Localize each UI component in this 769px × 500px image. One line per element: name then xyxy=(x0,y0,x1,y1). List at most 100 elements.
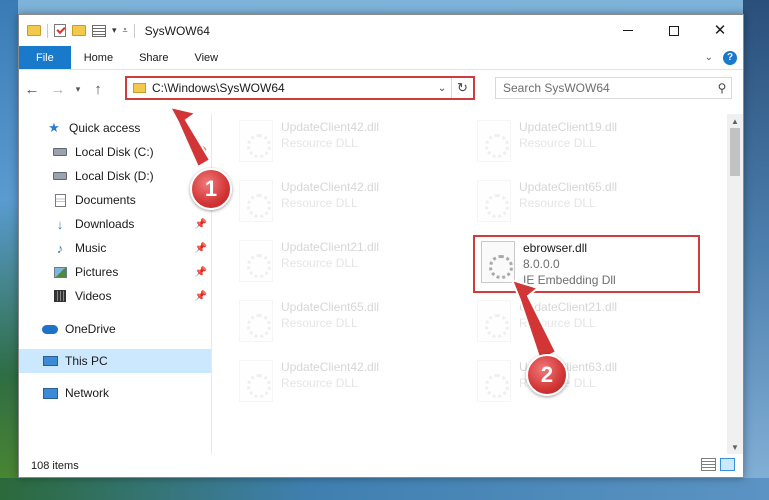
new-folder-icon[interactable] xyxy=(72,25,86,36)
star-icon: ★ xyxy=(48,120,60,135)
sidebar-item-local-disk-d[interactable]: Local Disk (D:) 📌 xyxy=(19,164,211,188)
search-input[interactable]: Search SysWOW64 ⚲ xyxy=(495,77,732,99)
tab-home[interactable]: Home xyxy=(71,46,126,69)
minimize-icon xyxy=(623,30,633,31)
properties-icon[interactable] xyxy=(92,24,106,37)
sidebar-item-label: Local Disk (D:) xyxy=(75,169,154,183)
sidebar-item-pictures[interactable]: Pictures 📌 xyxy=(19,260,211,284)
window-controls: ✕ xyxy=(605,15,743,46)
file-item[interactable]: UpdateClient19.dll Resource DLL xyxy=(473,116,693,172)
file-name: UpdateClient65.dll xyxy=(519,180,618,194)
file-item[interactable]: UpdateClient42.dll Resource DLL xyxy=(235,176,455,232)
close-button[interactable]: ✕ xyxy=(697,15,743,46)
details-view-icon[interactable] xyxy=(701,458,716,471)
sidebar-item-music[interactable]: ♪ Music 📌 xyxy=(19,236,211,260)
tab-file[interactable]: File xyxy=(19,46,71,69)
pin-icon[interactable]: 📌 xyxy=(195,147,207,158)
properties-check-icon[interactable] xyxy=(54,24,66,37)
chevron-down-icon[interactable]: ⌄ xyxy=(433,83,451,94)
pictures-icon xyxy=(51,265,69,279)
toolbar-separator xyxy=(47,23,48,38)
sidebar-item-label: Music xyxy=(75,241,107,255)
dll-file-icon xyxy=(239,300,273,342)
sidebar-item-label: Quick access xyxy=(69,121,141,135)
file-name: UpdateClient19.dll xyxy=(519,120,618,134)
tab-view[interactable]: View xyxy=(181,46,231,69)
search-icon[interactable]: ⚲ xyxy=(713,81,731,95)
help-icon[interactable]: ? xyxy=(723,50,737,65)
sidebar-item-network[interactable]: Network xyxy=(19,381,211,405)
navigation-bar: ← → ▾ ↑ C:\Windows\SysWOW64 ⌄ ↻ Search S… xyxy=(19,74,743,104)
sidebar-item-this-pc[interactable]: This PC xyxy=(19,349,211,373)
navigation-pane: ★ Quick access Local Disk (C:) 📌 Local D… xyxy=(19,114,212,454)
documents-icon xyxy=(51,193,69,207)
minimize-button[interactable] xyxy=(605,15,651,46)
title-bar: ▾ ⩡ SysWOW64 ✕ xyxy=(19,15,743,46)
scroll-up-icon[interactable]: ▲ xyxy=(727,114,743,128)
onedrive-icon xyxy=(41,322,59,336)
disk-icon xyxy=(51,145,69,159)
folder-icon[interactable] xyxy=(27,25,41,36)
ribbon-tabs: File Home Share View ⌄ ? xyxy=(19,46,743,70)
search-placeholder[interactable]: Search SysWOW64 xyxy=(503,81,713,95)
file-type: Resource DLL xyxy=(281,256,358,270)
pin-icon[interactable]: 📌 xyxy=(195,243,207,254)
file-item[interactable]: UpdateClient65.dll Resource DLL xyxy=(235,296,455,352)
tiles-view-icon[interactable] xyxy=(720,458,735,471)
expand-ribbon-icon[interactable]: ⌄ xyxy=(705,52,713,63)
status-bar: 108 items xyxy=(19,454,743,477)
folder-icon xyxy=(133,83,146,93)
sidebar-item-documents[interactable]: Documents 📌 xyxy=(19,188,211,212)
file-type: Resource DLL xyxy=(519,316,596,330)
sidebar-item-quick-access[interactable]: ★ Quick access xyxy=(19,116,211,140)
up-arrow-icon[interactable]: ↑ xyxy=(85,81,111,98)
maximize-button[interactable] xyxy=(651,15,697,46)
scroll-down-icon[interactable]: ▼ xyxy=(727,440,743,454)
sidebar-item-videos[interactable]: Videos 📌 xyxy=(19,284,211,308)
dll-file-icon xyxy=(239,180,273,222)
callout-badge-two: 2 xyxy=(526,354,568,396)
dll-file-icon xyxy=(477,360,511,402)
pin-icon[interactable]: 📌 xyxy=(195,267,207,278)
file-item[interactable]: UpdateClient42.dll Resource DLL xyxy=(235,356,455,412)
this-pc-icon xyxy=(41,354,59,368)
file-type: Resource DLL xyxy=(519,136,596,150)
toolbar-separator xyxy=(133,23,135,38)
sidebar-item-local-disk-c[interactable]: Local Disk (C:) 📌 xyxy=(19,140,211,164)
desktop-wallpaper-right xyxy=(743,0,769,500)
tab-share[interactable]: Share xyxy=(126,46,181,69)
sidebar-item-downloads[interactable]: ↓ Downloads 📌 xyxy=(19,212,211,236)
downloads-icon: ↓ xyxy=(56,216,64,232)
videos-icon xyxy=(51,289,69,303)
network-icon xyxy=(41,386,59,400)
dll-file-icon xyxy=(477,180,511,222)
back-arrow-icon[interactable]: ← xyxy=(19,81,45,98)
scroll-thumb[interactable] xyxy=(730,128,740,176)
file-type: Resource DLL xyxy=(281,316,358,330)
vertical-scrollbar[interactable]: ▲ ▼ xyxy=(727,114,743,454)
disk-icon xyxy=(51,169,69,183)
file-name: UpdateClient21.dll xyxy=(281,240,380,254)
file-name: UpdateClient42.dll xyxy=(281,180,380,194)
desktop-wallpaper-left xyxy=(0,0,18,500)
pin-icon[interactable]: 📌 xyxy=(195,219,207,230)
sidebar-item-onedrive[interactable]: OneDrive xyxy=(19,317,211,341)
forward-arrow-icon[interactable]: → xyxy=(45,81,71,98)
ribbon-right-controls: ⌄ ? xyxy=(705,46,743,69)
file-item[interactable]: UpdateClient21.dll Resource DLL xyxy=(235,236,455,292)
sidebar-item-label: Documents xyxy=(75,193,136,207)
music-icon: ♪ xyxy=(56,240,64,256)
recent-locations-icon[interactable]: ▾ xyxy=(71,84,85,95)
file-item[interactable]: UpdateClient42.dll Resource DLL xyxy=(235,116,455,172)
pin-icon[interactable]: 📌 xyxy=(195,291,207,302)
address-path[interactable]: C:\Windows\SysWOW64 xyxy=(152,81,433,95)
dll-file-icon xyxy=(239,120,273,162)
chevron-down-icon[interactable]: ▾ xyxy=(112,25,117,36)
view-buttons xyxy=(701,458,735,471)
refresh-icon[interactable]: ↻ xyxy=(451,78,473,98)
file-item[interactable]: UpdateClient21.dll Resource DLL xyxy=(473,296,693,352)
file-item[interactable]: UpdateClient63.dll Resource DLL xyxy=(473,356,693,412)
customize-toolbar-icon[interactable]: ⩡ xyxy=(123,25,128,36)
address-bar[interactable]: C:\Windows\SysWOW64 ⌄ ↻ xyxy=(125,76,475,100)
file-item[interactable]: UpdateClient65.dll Resource DLL xyxy=(473,176,693,232)
